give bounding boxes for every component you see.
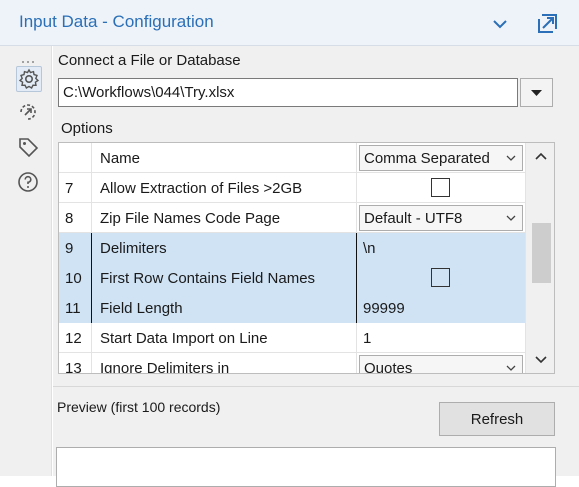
- options-grid: Name Comma Separated 7 Allow Extraction …: [58, 142, 555, 374]
- connection-icon[interactable]: [16, 100, 42, 126]
- delimiter-type-value: Comma Separated: [364, 150, 490, 167]
- delimiter-type-dropdown[interactable]: Comma Separated: [359, 145, 523, 171]
- row-name: Delimiters: [92, 233, 357, 263]
- row-name: Ignore Delimiters in: [92, 353, 357, 373]
- window-title: Input Data - Configuration: [19, 12, 214, 31]
- tag-icon[interactable]: [16, 135, 42, 161]
- undock-icon[interactable]: [533, 9, 563, 37]
- row-number: 10: [59, 263, 92, 293]
- table-row[interactable]: 9 Delimiters \n: [59, 233, 525, 263]
- chevron-down-icon: [506, 365, 516, 371]
- row-number: 9: [59, 233, 92, 263]
- scroll-down-icon[interactable]: [534, 355, 548, 365]
- header-name: Name: [92, 143, 357, 173]
- field-length-value[interactable]: 99999: [357, 293, 525, 323]
- ignore-delimiters-dropdown[interactable]: Quotes: [359, 355, 523, 374]
- code-page-value: Default - UTF8: [364, 210, 463, 227]
- gear-icon[interactable]: [16, 66, 42, 92]
- row-number: 12: [59, 323, 92, 353]
- row-name: First Row Contains Field Names: [92, 263, 357, 293]
- window-titlebar: Input Data - Configuration: [0, 0, 579, 46]
- header-num: [59, 143, 92, 173]
- preview-label: Preview (first 100 records): [57, 399, 221, 415]
- table-row[interactable]: 10 First Row Contains Field Names: [59, 263, 525, 293]
- ignore-delimiters-value: Quotes: [364, 360, 413, 374]
- delimiters-value[interactable]: \n: [357, 233, 525, 263]
- code-page-dropdown[interactable]: Default - UTF8: [359, 205, 523, 231]
- row-name: Zip File Names Code Page: [92, 203, 357, 233]
- sidebar: [0, 46, 52, 476]
- options-scrollbar[interactable]: [525, 143, 554, 373]
- table-row[interactable]: 11 Field Length 99999: [59, 293, 525, 323]
- file-path-input[interactable]: C:\Workflows\044\Try.xlsx: [58, 78, 518, 107]
- options-label: Options: [61, 120, 113, 137]
- table-row[interactable]: 7 Allow Extraction of Files >2GB: [59, 173, 525, 203]
- configuration-panel: Connect a File or Database C:\Workflows\…: [53, 46, 579, 487]
- options-header-row: Name Comma Separated: [59, 143, 525, 173]
- scrollbar-thumb[interactable]: [532, 223, 551, 283]
- row-name: Field Length: [92, 293, 357, 323]
- scroll-up-icon[interactable]: [534, 151, 548, 161]
- row-number: 8: [59, 203, 92, 233]
- row-number: 11: [59, 293, 92, 323]
- connect-label: Connect a File or Database: [58, 52, 241, 69]
- start-line-value[interactable]: 1: [357, 323, 525, 353]
- table-row[interactable]: 8 Zip File Names Code Page Default - UTF…: [59, 203, 525, 233]
- chevron-down-icon: [506, 155, 516, 161]
- file-dropdown-button[interactable]: [520, 78, 553, 107]
- drag-grip-icon[interactable]: [21, 52, 35, 63]
- table-row[interactable]: 13 Ignore Delimiters in Quotes: [59, 353, 525, 374]
- row-name: Allow Extraction of Files >2GB: [92, 173, 357, 203]
- allow-extraction-checkbox[interactable]: [431, 178, 450, 197]
- row-name: Start Data Import on Line: [92, 323, 357, 353]
- row-number: 13: [59, 353, 92, 373]
- help-icon[interactable]: [16, 170, 42, 196]
- chevron-down-icon: [506, 215, 516, 221]
- preview-grid: [56, 447, 556, 487]
- row-number: 7: [59, 173, 92, 203]
- first-row-field-names-checkbox[interactable]: [431, 268, 450, 287]
- preview-section: Preview (first 100 records) Refresh: [53, 386, 579, 487]
- table-row[interactable]: 12 Start Data Import on Line 1: [59, 323, 525, 353]
- refresh-button[interactable]: Refresh: [439, 402, 555, 436]
- chevron-down-icon[interactable]: [486, 12, 514, 36]
